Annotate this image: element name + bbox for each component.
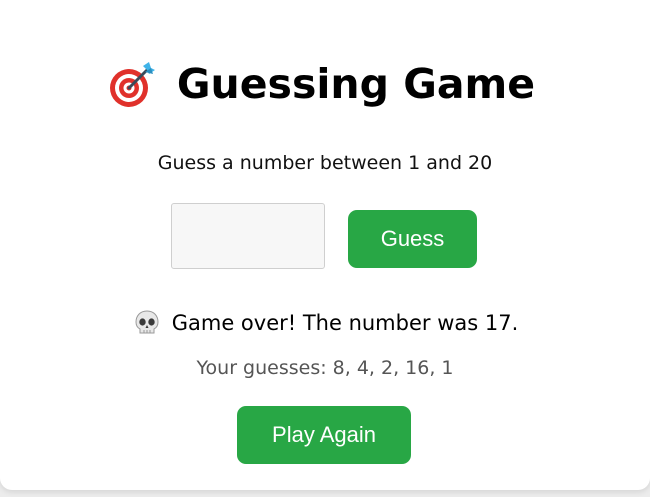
direct-hit-target-icon	[109, 62, 155, 107]
guess-history: Your guesses: 8, 4, 2, 16, 1	[196, 357, 454, 379]
guess-input[interactable]	[171, 203, 325, 269]
page-title: Guessing Game	[176, 60, 536, 108]
title-row: Guessing Game	[0, 58, 650, 110]
instructions-text: Guess a number between 1 and 20	[157, 152, 493, 174]
game-card: Guessing Game Guess a number between 1 a…	[0, 0, 650, 490]
result-message: Game over! The number was 17.	[171, 311, 519, 335]
result-message-row: Game over! The number was 17.	[0, 308, 650, 338]
play-again-button[interactable]: Play Again	[237, 406, 411, 464]
guess-button[interactable]: Guess	[348, 210, 477, 268]
skull-icon	[135, 310, 159, 334]
